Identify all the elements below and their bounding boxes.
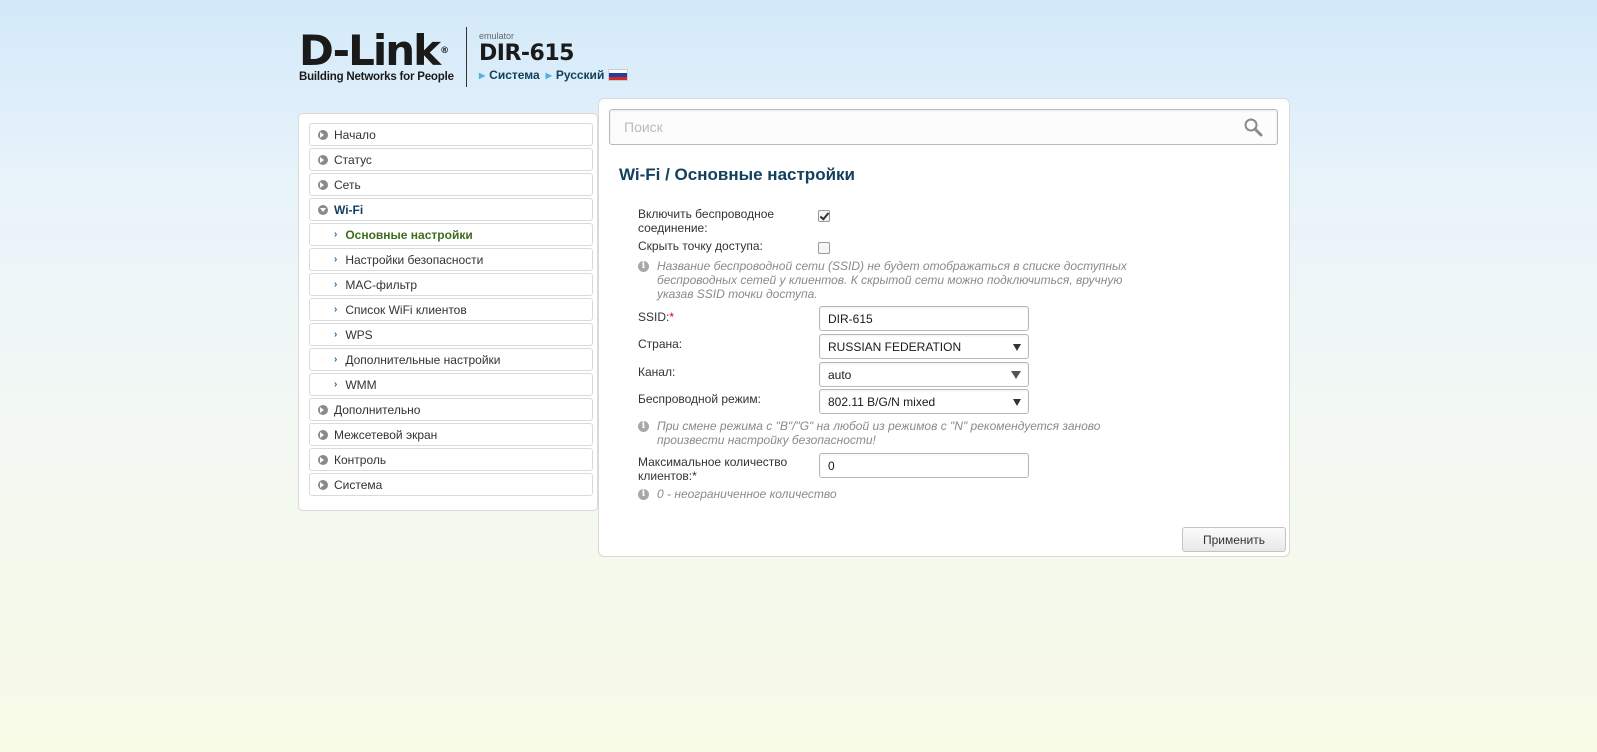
- logo-tagline: Building Networks for People: [299, 71, 454, 83]
- info-icon: i: [638, 421, 649, 432]
- sidebar-item-label: Основные настройки: [345, 227, 473, 242]
- enable-wireless-label: Включить беспроводное соединение:: [638, 207, 775, 235]
- country-value: RUSSIAN FEDERATION: [828, 339, 962, 354]
- dropdown-arrow-icon: [1013, 344, 1021, 351]
- logo-wordmark: D-Link®: [299, 26, 450, 75]
- sidebar-item-label: Начало: [334, 127, 376, 142]
- arrow-circle-icon: [318, 129, 328, 140]
- sidebar-item-label: Дополнительно: [334, 402, 421, 417]
- sidebar-item-label: Статус: [334, 152, 372, 167]
- chevron-right-icon: ›: [334, 354, 338, 365]
- sidebar-item-start[interactable]: Начало: [309, 123, 593, 146]
- dlink-logo: D-Link® Building Networks for People: [299, 26, 454, 84]
- channel-label: Канал:: [638, 365, 676, 379]
- sidebar-item-label: Дополнительные настройки: [345, 352, 501, 367]
- sidebar-item-advanced-settings[interactable]: › Дополнительные настройки: [309, 348, 593, 371]
- arrow-circle-icon: [318, 154, 328, 165]
- channel-value: auto: [828, 367, 852, 382]
- arrow-circle-icon: [318, 454, 328, 465]
- system-link[interactable]: Система: [489, 68, 540, 82]
- ssid-hint: i Название беспроводной сети (SSID) не б…: [638, 259, 1127, 301]
- russian-flag-icon[interactable]: [608, 69, 629, 81]
- sidebar-item-label: Настройки безопасности: [345, 252, 484, 267]
- mode-hint: i При смене режима с "B"/"G" на любой из…: [638, 419, 1100, 447]
- ssid-input[interactable]: [828, 311, 1018, 326]
- arrow-circle-icon: [318, 429, 328, 440]
- info-icon: i: [638, 261, 649, 272]
- sidebar-item-wifi-clients[interactable]: › Список WiFi клиентов: [309, 298, 593, 321]
- apply-button[interactable]: Применить: [1182, 527, 1286, 552]
- chevron-right-icon: ›: [334, 254, 338, 265]
- enable-wireless-checkbox[interactable]: [818, 210, 830, 222]
- emulator-label: emulator: [479, 31, 515, 41]
- sidebar-item-advanced[interactable]: Дополнительно: [309, 398, 593, 421]
- main-panel: Wi-Fi / Основные настройки Включить бесп…: [598, 98, 1290, 557]
- chevron-right-icon: ›: [334, 329, 338, 340]
- sidebar-item-label: WPS: [345, 327, 373, 342]
- wireless-mode-select[interactable]: 802.11 B/G/N mixed: [819, 389, 1029, 414]
- sidebar-item-wifi[interactable]: Wi-Fi: [309, 198, 593, 221]
- header-divider: [466, 27, 467, 87]
- max-clients-hint: i 0 - неограниченное количество: [638, 487, 837, 501]
- chevron-right-icon: ›: [334, 379, 338, 390]
- search-box: [609, 109, 1278, 145]
- wireless-mode-label: Беспроводной режим:: [638, 392, 761, 406]
- sidebar-item-wmm[interactable]: › WMM: [309, 373, 593, 396]
- triangle-right-icon: ▶: [545, 70, 552, 80]
- page-title: Wi-Fi / Основные настройки: [619, 165, 855, 184]
- sidebar-item-status[interactable]: Статус: [309, 148, 593, 171]
- language-link[interactable]: Русский: [556, 68, 605, 82]
- sidebar-item-label: Контроль: [334, 452, 387, 467]
- dropdown-arrow-icon: [1013, 399, 1021, 406]
- ssid-label: SSID:*: [638, 310, 675, 324]
- max-clients-label: Максимальное количество клиентов:*: [638, 455, 788, 483]
- country-select[interactable]: RUSSIAN FEDERATION: [819, 334, 1029, 359]
- dropdown-arrow-icon: [1011, 371, 1021, 379]
- model-block: emulator DIR-615 ▶ Система ▶ Русский: [479, 31, 629, 82]
- model-name: DIR-615: [479, 41, 574, 66]
- sidebar-item-label: Система: [334, 477, 383, 492]
- wireless-mode-value: 802.11 B/G/N mixed: [828, 394, 936, 409]
- sidebar-item-label: Сеть: [334, 177, 361, 192]
- hide-ap-label: Скрыть точку доступа:: [638, 239, 763, 253]
- sidebar-item-label: Межсетевой экран: [334, 427, 438, 442]
- search-icon[interactable]: [1243, 117, 1263, 137]
- max-clients-input[interactable]: [828, 458, 1018, 473]
- arrow-circle-icon: [318, 404, 328, 415]
- chevron-right-icon: ›: [334, 229, 338, 240]
- country-label: Страна:: [638, 337, 683, 351]
- chevron-right-icon: ›: [334, 304, 338, 315]
- sidebar-menu: Начало Статус Сеть Wi-Fi › Основные настр…: [298, 113, 598, 511]
- sidebar-item-label: Список WiFi клиентов: [345, 302, 467, 317]
- sidebar-item-basic-settings[interactable]: › Основные настройки: [309, 223, 593, 246]
- search-input[interactable]: [610, 110, 1230, 144]
- sidebar-item-label: MAC-фильтр: [345, 277, 418, 292]
- sidebar-item-control[interactable]: Контроль: [309, 448, 593, 471]
- hide-ap-checkbox[interactable]: [818, 242, 830, 254]
- sidebar-item-label: WMM: [345, 377, 377, 392]
- sidebar-item-security-settings[interactable]: › Настройки безопасности: [309, 248, 593, 271]
- ssid-field: [819, 306, 1029, 331]
- max-clients-field: [819, 453, 1029, 478]
- sidebar-item-system[interactable]: Система: [309, 473, 593, 496]
- info-icon: i: [638, 489, 649, 500]
- arrow-circle-icon: [318, 179, 328, 190]
- sidebar-item-network[interactable]: Сеть: [309, 173, 593, 196]
- chevron-right-icon: ›: [334, 279, 338, 290]
- channel-select[interactable]: auto: [819, 362, 1029, 387]
- triangle-right-icon: ▶: [479, 70, 486, 80]
- sidebar-item-wps[interactable]: › WPS: [309, 323, 593, 346]
- sidebar-item-firewall[interactable]: Межсетевой экран: [309, 423, 593, 446]
- sidebar-item-label: Wi-Fi: [334, 202, 364, 217]
- sidebar-item-mac-filter[interactable]: › MAC-фильтр: [309, 273, 593, 296]
- arrow-circle-icon: [318, 479, 328, 490]
- header-links: ▶ Система ▶ Русский: [479, 68, 629, 82]
- arrow-down-circle-icon: [318, 204, 328, 215]
